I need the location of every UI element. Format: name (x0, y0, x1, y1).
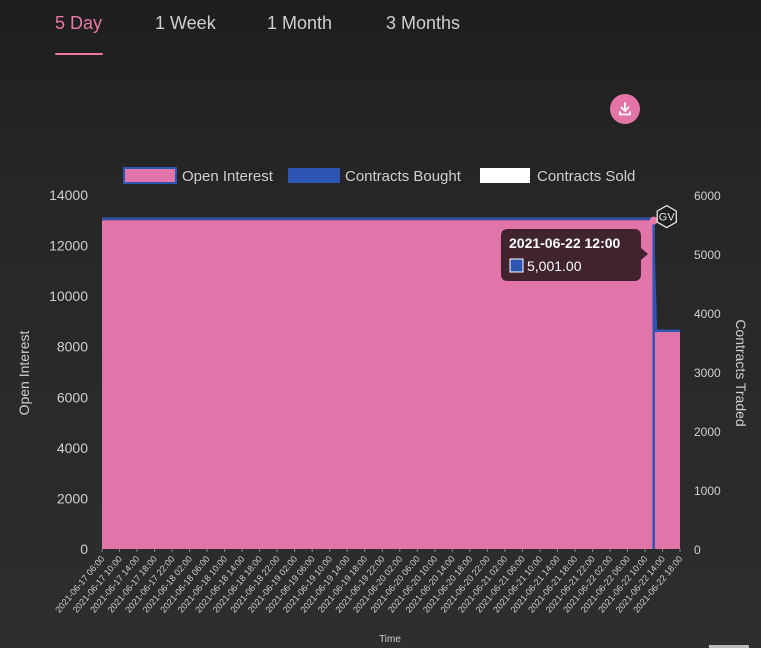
legend-label-open-interest: Open Interest (182, 168, 274, 185)
tab-1-month[interactable]: 1 Month (267, 13, 332, 34)
y-left-tick-label: 4000 (57, 440, 88, 456)
tooltip-title: 2021-06-22 12:00 (509, 235, 621, 251)
y-left-tick-label: 0 (80, 541, 88, 557)
tab-1-week[interactable]: 1 Week (155, 13, 216, 34)
download-icon (619, 102, 631, 116)
y-axis-left-label: Open Interest (16, 330, 32, 415)
y-left-tick-label: 14000 (49, 187, 88, 203)
y-left-tick-label: 10000 (49, 288, 88, 304)
y-axis-right-label: Contracts Traded (733, 319, 749, 426)
tab-5-day[interactable]: 5 Day (55, 13, 102, 34)
y-right-tick-label: 1000 (694, 484, 721, 498)
timeframe-tabs: 5 Day 1 Week 1 Month 3 Months (0, 0, 761, 60)
y-right-tick-label: 4000 (694, 307, 721, 321)
y-axis-right-ticks: 0 1000 2000 3000 4000 5000 6000 (694, 189, 721, 557)
y-right-tick-label: 2000 (694, 425, 721, 439)
legend-swatch-contracts-bought (288, 168, 340, 183)
open-interest-chart: Open Interest Contracts Bought Contracts… (16, 167, 749, 645)
y-right-tick-label: 5000 (694, 248, 721, 262)
legend-swatch-open-interest (123, 167, 177, 184)
tooltip-swatch (509, 258, 524, 273)
tooltip-value: 5,001.00 (527, 258, 582, 274)
gv-annotation-marker[interactable]: GV (656, 204, 677, 229)
y-left-tick-label: 6000 (57, 389, 88, 405)
x-axis-label: Time (379, 634, 401, 645)
y-right-tick-label: 0 (694, 543, 701, 557)
legend-label-contracts-bought: Contracts Bought (345, 168, 462, 185)
tab-3-months[interactable]: 3 Months (386, 13, 460, 34)
chart-tooltip: 2021-06-22 12:00 5,001.00 (501, 229, 648, 281)
y-right-tick-label: 6000 (694, 189, 721, 203)
y-left-tick-label: 12000 (49, 238, 88, 254)
legend-item-contracts-sold[interactable]: Contracts Sold (480, 168, 635, 185)
y-left-tick-label: 2000 (57, 490, 88, 506)
gv-marker-label: GV (659, 212, 676, 224)
download-button[interactable] (610, 94, 640, 124)
legend-label-contracts-sold: Contracts Sold (537, 168, 635, 185)
legend-item-contracts-bought[interactable]: Contracts Bought (288, 168, 462, 185)
hover-data-point[interactable] (649, 216, 658, 225)
y-right-tick-label: 3000 (694, 366, 721, 380)
legend-item-open-interest[interactable]: Open Interest (123, 167, 274, 185)
chart-legend: Open Interest Contracts Bought Contracts… (123, 167, 635, 185)
y-left-tick-label: 8000 (57, 339, 88, 355)
x-axis-ticks: 2021-06-17 06:002021-06-17 10:002021-06-… (53, 549, 685, 615)
legend-swatch-contracts-sold (480, 168, 530, 183)
active-tab-indicator (55, 53, 103, 55)
y-axis-left-ticks: 0 2000 4000 6000 8000 10000 12000 14000 (49, 187, 88, 557)
